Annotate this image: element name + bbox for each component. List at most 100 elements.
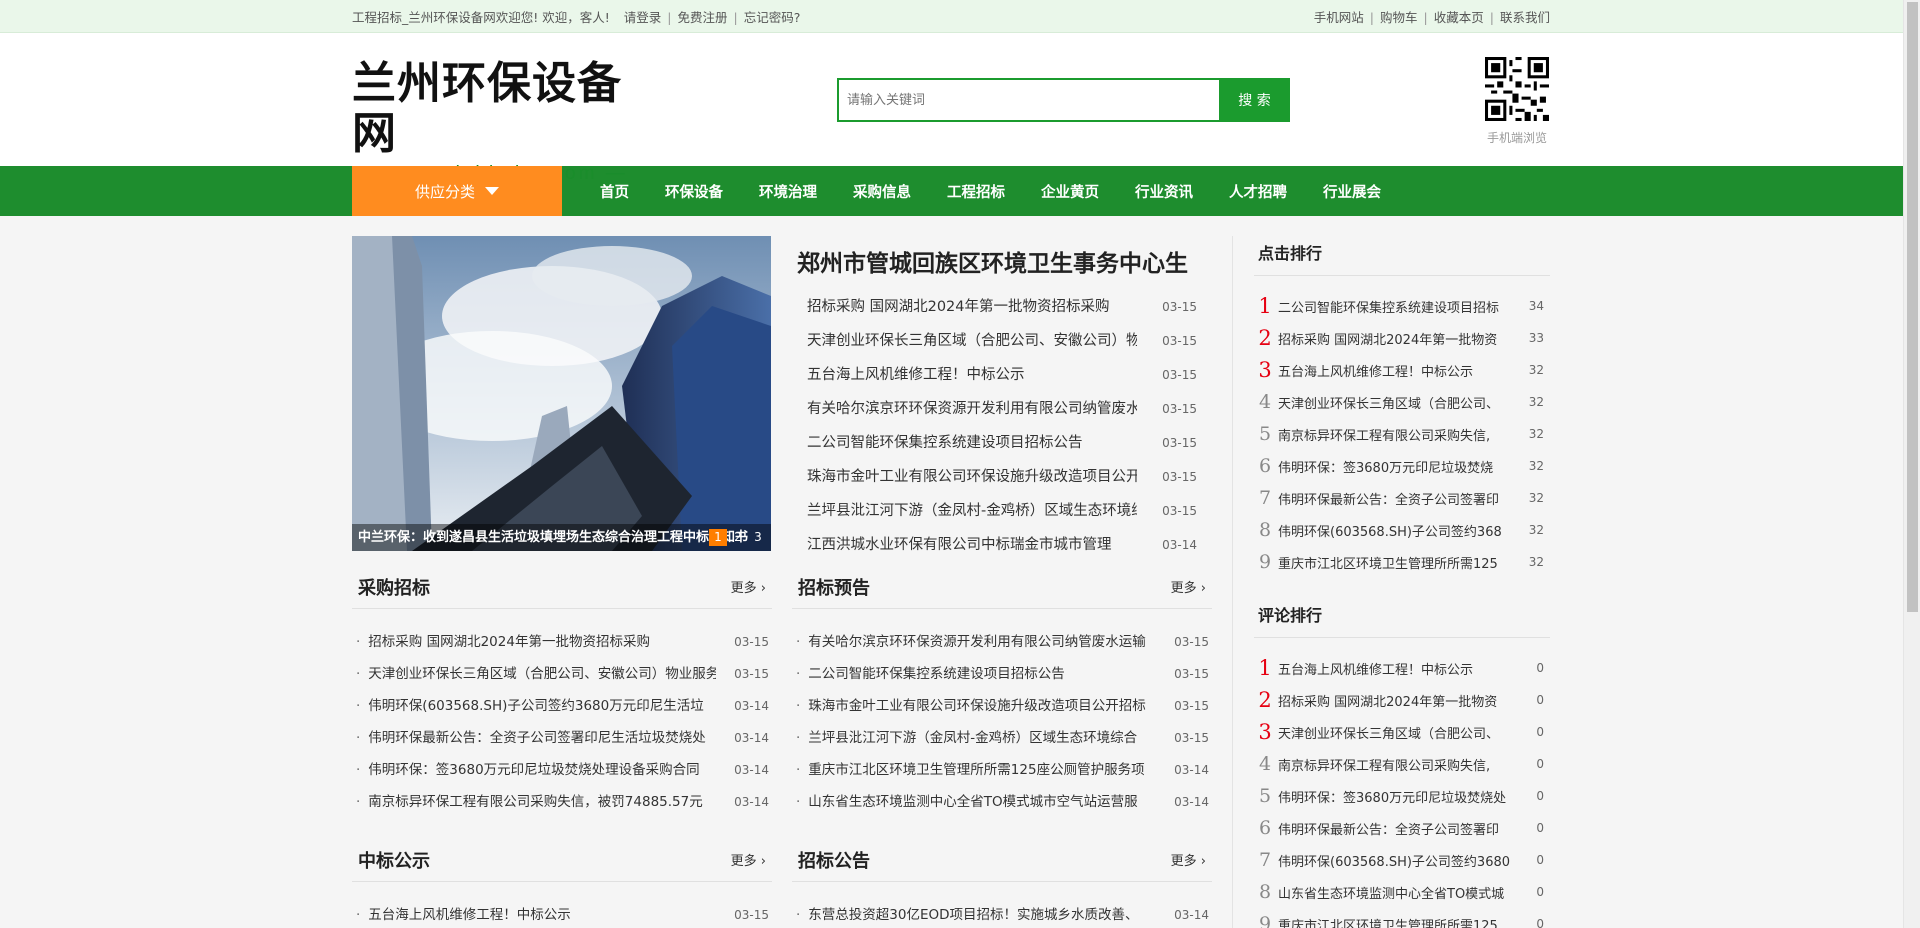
register-link[interactable]: 免费注册 [677,10,727,25]
logo-title: 兰州环保设备网 [352,58,622,159]
list-item[interactable]: 江西洪城水业环保有限公司中标瑞金市城市管理 03-14 [797,528,1197,562]
list-item[interactable]: 招标采购 国网湖北2024年第一批物资招标采购03-15 [352,626,772,658]
list-item-date: 03-15 [1162,368,1197,382]
list-item[interactable]: 有关哈尔滨京环环保资源开发利用有限公司纳管废水运输03-15 [797,392,1197,426]
list-item[interactable]: 重庆市江北区环境卫生管理所所需125座公厕管护服务项03-14 [792,754,1212,786]
nav-item-exhibitions[interactable]: 行业展会 [1305,181,1399,202]
contact-link[interactable]: 联系我们 [1500,10,1550,25]
top-bar: 工程招标_兰州环保设备网欢迎您! 欢迎，客人! 请登录 | 免费注册 | 忘记密码? 手… [0,0,1920,33]
rank-item[interactable]: 5 伟明环保：签3680万元印尼垃圾焚烧处 0 [1254,780,1550,812]
slider-pagination: 1 2 3 [709,524,767,551]
page-scrollbar[interactable] [1903,0,1920,928]
ranking-title: 点击排行 [1254,236,1550,276]
list-item-title[interactable]: 珠海市金叶工业有限公司环保设施升级改造项目公开招标 [797,460,1137,494]
login-link[interactable]: 请登录 [624,10,662,25]
box-title: 采购招标 [358,577,430,599]
list-item[interactable]: 南京标异环保工程有限公司采购失信，被罚74885.57元03-14 [352,786,772,818]
list-item[interactable]: 伟明环保最新公告：全资子公司签署印尼生活垃圾焚烧处03-14 [352,722,772,754]
cart-link[interactable]: 购物车 [1380,10,1418,25]
list-item-title[interactable]: 招标采购 国网湖北2024年第一批物资招标采购 [797,290,1137,324]
category-dropdown[interactable]: 供应分类 [352,166,562,216]
separator: | [1423,10,1428,25]
list-item-date: 03-15 [1162,436,1197,450]
nav-item-jobs[interactable]: 人才招聘 [1211,181,1305,202]
list-item-title[interactable]: 二公司智能环保集控系统建设项目招标公告 [797,426,1137,460]
rank-item[interactable]: 4 南京标异环保工程有限公司采购失信, 0 [1254,748,1550,780]
list-item[interactable]: 东营总投资超30亿EOD项目招标！实施城乡水质改善、03-14 [792,899,1212,928]
more-link[interactable]: 更多 › [1171,850,1206,869]
nav-item-treatment[interactable]: 环境治理 [741,181,835,202]
list-item[interactable]: 珠海市金叶工业有限公司环保设施升级改造项目公开招标03-15 [797,460,1197,494]
list-item-title[interactable]: 江西洪城水业环保有限公司中标瑞金市城市管理 [797,528,1137,562]
list-item-title[interactable]: 有关哈尔滨京环环保资源开发利用有限公司纳管废水运输 [797,392,1137,426]
list-item[interactable]: 珠海市金叶工业有限公司环保设施升级改造项目公开招标03-15 [792,690,1212,722]
list-item-date: 03-14 [1162,538,1197,552]
nav-item-equipment[interactable]: 环保设备 [647,181,741,202]
slider-page-1[interactable]: 1 [709,529,727,546]
qr-code-block: 手机端浏览 [1484,57,1550,146]
list-item[interactable]: 兰坪县沘江河下游（金凤村-金鸡桥）区域生态环境综合03-15 [792,722,1212,754]
rank-item[interactable]: 1 五台海上风机维修工程！中标公示 0 [1254,652,1550,684]
list-item[interactable]: 有关哈尔滨京环环保资源开发利用有限公司纳管废水运输03-15 [792,626,1212,658]
welcome-text: 工程招标_兰州环保设备网欢迎您! 欢迎，客人! [352,10,610,25]
headline-list: 招标采购 国网湖北2024年第一批物资招标采购 03-15 天津创业环保长三角区域… [797,290,1197,562]
list-item[interactable]: 二公司智能环保集控系统建设项目招标公告 03-15 [797,426,1197,460]
scrollbar-thumb[interactable] [1907,2,1918,612]
rank-item[interactable]: 8 伟明环保(603568.SH)子公司签约368 32 [1254,514,1550,546]
chevron-down-icon [485,187,499,195]
nav-item-purchasing[interactable]: 采购信息 [835,181,929,202]
purchase-bidding-box: 采购招标 更多 › 招标采购 国网湖北2024年第一批物资招标采购03-15 天津… [352,565,772,818]
rank-item[interactable]: 7 伟明环保(603568.SH)子公司签约3680 0 [1254,844,1550,876]
rank-item[interactable]: 5 南京标异环保工程有限公司采购失信, 32 [1254,418,1550,450]
list-item[interactable]: 伟明环保：签3680万元印尼垃圾焚烧处理设备采购合同03-14 [352,754,772,786]
nav-item-companies[interactable]: 企业黄页 [1023,181,1117,202]
rank-item[interactable]: 9 重庆市江北区环境卫生管理所所需125 0 [1254,908,1550,928]
nav-items: 首页 环保设备 环境治理 采购信息 工程招标 企业黄页 行业资讯 人才招聘 行业… [582,181,1399,202]
rank-item[interactable]: 3 天津创业环保长三角区域（合肥公司、 0 [1254,716,1550,748]
list-item-title[interactable]: 兰坪县沘江河下游（金凤村-金鸡桥）区域生态环境综合 [797,494,1137,528]
search-button[interactable]: 搜 索 [1219,78,1290,122]
headline-title[interactable]: 郑州市管城回族区环境卫生事务中心生 [797,244,1217,278]
category-label: 供应分类 [414,182,475,201]
search-input[interactable] [837,78,1219,122]
click-ranking: 点击排行 1 二公司智能环保集控系统建设项目招标 34 2 招标采购 国网湖北2024… [1254,236,1550,578]
rank-item[interactable]: 6 伟明环保：签3680万元印尼垃圾焚烧 32 [1254,450,1550,482]
rank-item[interactable]: 4 天津创业环保长三角区域（合肥公司、 32 [1254,386,1550,418]
more-link[interactable]: 更多 › [731,850,766,869]
rank-item[interactable]: 9 重庆市江北区环境卫生管理所所需125 32 [1254,546,1550,578]
slider-page-2[interactable]: 2 [729,529,747,546]
nav-item-home[interactable]: 首页 [582,181,647,202]
list-item[interactable]: 二公司智能环保集控系统建设项目招标公告03-15 [792,658,1212,690]
rank-item[interactable]: 8 山东省生态环境监测中心全省TO模式城 0 [1254,876,1550,908]
separator: | [733,10,738,25]
list-item-title[interactable]: 五台海上风机维修工程！中标公示 [797,358,1137,392]
list-item-title[interactable]: 天津创业环保长三角区域（合肥公司、安徽公司）物业服务 [797,324,1137,358]
nav-item-bidding[interactable]: 工程招标 [929,181,1023,202]
rank-item[interactable]: 2 招标采购 国网湖北2024年第一批物资 33 [1254,322,1550,354]
rank-item[interactable]: 6 伟明环保最新公告：全资子公司签署印 0 [1254,812,1550,844]
list-item[interactable]: 招标采购 国网湖北2024年第一批物资招标采购03-15 [797,290,1197,324]
nav-item-news[interactable]: 行业资讯 [1117,181,1211,202]
rank-item[interactable]: 7 伟明环保最新公告：全资子公司签署印 32 [1254,482,1550,514]
image-slider[interactable]: 中兰环保：收到遂昌县生活垃圾填埋场生态综合治理工程中标通知书 1 2 3 [352,236,771,551]
list-item[interactable]: 兰坪县沘江河下游（金凤村-金鸡桥）区域生态环境综合03-15 [797,494,1197,528]
qr-code-icon [1485,57,1549,121]
rank-item[interactable]: 1 二公司智能环保集控系统建设项目招标 34 [1254,290,1550,322]
column-divider [1232,236,1233,928]
slider-page-3[interactable]: 3 [749,529,767,546]
box-title: 招标预告 [798,577,870,599]
list-item[interactable]: 天津创业环保长三角区域（合肥公司、安徽公司）物业服务03-15 [352,658,772,690]
mobile-site-link[interactable]: 手机网站 [1314,10,1364,25]
list-item[interactable]: 山东省生态环境监测中心全省TO模式城市空气站运营服03-14 [792,786,1212,818]
rank-item[interactable]: 3 五台海上风机维修工程！中标公示 32 [1254,354,1550,386]
bookmark-link[interactable]: 收藏本页 [1434,10,1484,25]
more-link[interactable]: 更多 › [1171,577,1206,596]
list-item[interactable]: 五台海上风机维修工程！中标公示03-15 [352,899,772,928]
more-link[interactable]: 更多 › [731,577,766,596]
ranking-title: 评论排行 [1254,598,1550,638]
list-item[interactable]: 伟明环保(603568.SH)子公司签约3680万元印尼生活垃03-14 [352,690,772,722]
rank-item[interactable]: 2 招标采购 国网湖北2024年第一批物资 0 [1254,684,1550,716]
list-item[interactable]: 天津创业环保长三角区域（合肥公司、安徽公司）物业服务03-15 [797,324,1197,358]
list-item[interactable]: 五台海上风机维修工程！中标公示 03-15 [797,358,1197,392]
forgot-password-link[interactable]: 忘记密码? [744,10,801,25]
